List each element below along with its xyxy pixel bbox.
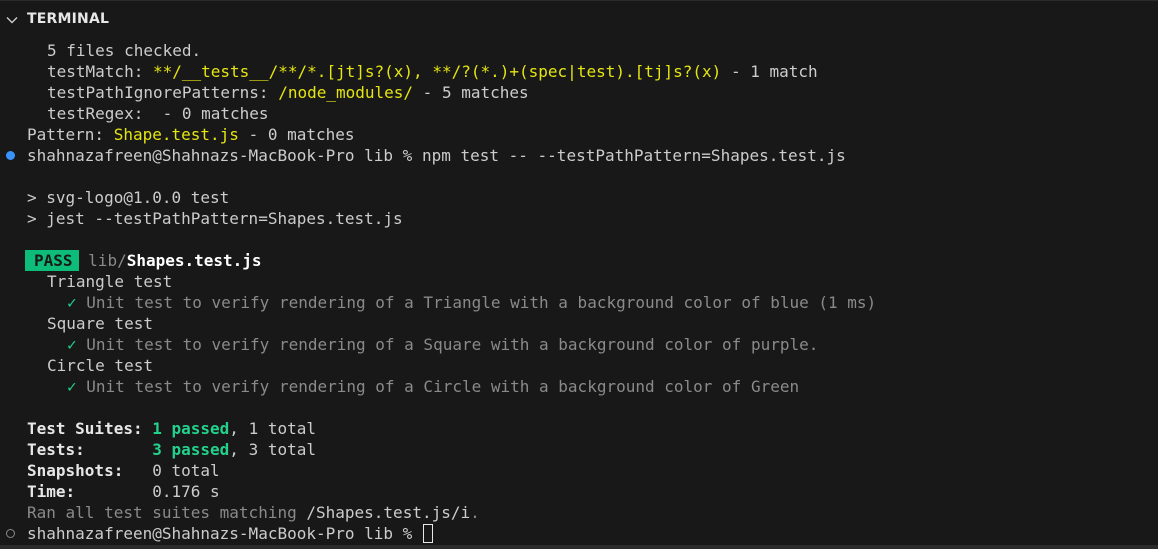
test-square: Unit test to verify rendering of a Squar… — [86, 335, 819, 354]
suite-square: Square test — [47, 314, 153, 333]
test-triangle: Unit test to verify rendering of a Trian… — [86, 293, 877, 312]
ran-all-prefix: Ran all test suites matching — [27, 503, 307, 522]
summary-tests-total: , 3 total — [229, 440, 316, 459]
terminal-line: Test Suites: 1 passed, 1 total — [0, 418, 1158, 439]
ran-all-suffix: . — [470, 503, 480, 522]
files-checked-text: 5 files checked. — [47, 41, 202, 60]
summary-time-value: 0.176 s — [152, 482, 220, 501]
terminal-line: 5 files checked. — [0, 40, 1158, 61]
test-match-label: testMatch: — [47, 62, 153, 81]
test-regex-text: testRegex: - 0 matches — [47, 104, 269, 123]
terminal-line: Pattern: Shape.test.js - 0 matches — [0, 124, 1158, 145]
summary-suites-passed: 1 passed — [152, 419, 230, 438]
terminal-line: > svg-logo@1.0.0 test — [0, 187, 1158, 208]
test-match-suffix: - 1 match — [721, 62, 818, 81]
summary-suites-total: , 1 total — [229, 419, 316, 438]
suite-triangle: Triangle test — [47, 272, 173, 291]
summary-snapshots-value: 0 total — [152, 461, 220, 480]
panel-bottom-border — [0, 545, 1158, 549]
summary-tests-label: Tests: — [27, 440, 153, 459]
suite-circle: Circle test — [47, 356, 153, 375]
terminal-line: Ran all test suites matching /Shapes.tes… — [0, 502, 1158, 523]
ignore-suffix: - 5 matches — [413, 83, 529, 102]
summary-snapshots-label: Snapshots: — [27, 461, 153, 480]
terminal-output[interactable]: 5 files checked. testMatch: **/__tests__… — [0, 40, 1158, 549]
terminal-line: Triangle test — [0, 271, 1158, 292]
ran-all-pattern: /Shapes.test.js/i — [306, 503, 471, 522]
pattern-value: Shape.test.js — [113, 125, 239, 144]
command-status-dot-icon[interactable] — [6, 529, 15, 538]
terminal-line: shahnazafreen@Shahnazs-MacBook-Pro lib % — [0, 523, 1158, 544]
npm-run-text: > svg-logo@1.0.0 test — [27, 188, 230, 207]
terminal-line: Time: 0.176 s — [0, 481, 1158, 502]
pass-dir: lib/ — [88, 251, 127, 270]
chevron-down-icon[interactable] — [5, 12, 19, 26]
terminal-line: Circle test — [0, 355, 1158, 376]
pass-file: Shapes.test.js — [126, 251, 262, 270]
pass-badge: PASS — [25, 250, 79, 271]
terminal-line: > jest --testPathPattern=Shapes.test.js — [0, 208, 1158, 229]
prompt-command: shahnazafreen@Shahnazs-MacBook-Pro lib %… — [27, 146, 846, 165]
ignore-value: /node_modules/ — [278, 83, 414, 102]
ignore-label: testPathIgnorePatterns: — [47, 83, 279, 102]
summary-time-label: Time: — [27, 482, 153, 501]
terminal-line: ✓ Unit test to verify rendering of a Cir… — [0, 376, 1158, 397]
terminal-cursor[interactable] — [422, 524, 433, 543]
check-icon: ✓ — [67, 293, 77, 312]
prompt-current: shahnazafreen@Shahnazs-MacBook-Pro lib % — [27, 524, 422, 543]
command-status-dot-icon[interactable] — [6, 151, 15, 160]
terminal-panel-header: TERMINAL — [0, 0, 1158, 36]
summary-suites-label: Test Suites: — [27, 419, 153, 438]
test-circle: Unit test to verify rendering of a Circl… — [86, 377, 800, 396]
check-icon: ✓ — [67, 377, 77, 396]
terminal-line: Tests: 3 passed, 3 total — [0, 439, 1158, 460]
summary-tests-passed: 3 passed — [152, 440, 230, 459]
pattern-label: Pattern: — [27, 125, 114, 144]
pattern-suffix: - 0 matches — [238, 125, 355, 144]
terminal-line: ✓ Unit test to verify rendering of a Squ… — [0, 334, 1158, 355]
terminal-line: testMatch: **/__tests__/**/*.[jt]s?(x), … — [0, 61, 1158, 82]
jest-command-text: > jest --testPathPattern=Shapes.test.js — [27, 209, 403, 228]
check-icon: ✓ — [67, 335, 77, 354]
terminal-line: Snapshots: 0 total — [0, 460, 1158, 481]
panel-title[interactable]: TERMINAL — [27, 11, 109, 27]
terminal-line: ✓ Unit test to verify rendering of a Tri… — [0, 292, 1158, 313]
terminal-line: Square test — [0, 313, 1158, 334]
terminal-line: testPathIgnorePatterns: /node_modules/ -… — [0, 82, 1158, 103]
test-match-value: **/__tests__/**/*.[jt]s?(x), **/?(*.)+(s… — [152, 62, 722, 81]
terminal-line: testRegex: - 0 matches — [0, 103, 1158, 124]
terminal-line: shahnazafreen@Shahnazs-MacBook-Pro lib %… — [0, 145, 1158, 166]
terminal-line: PASS lib/Shapes.test.js — [0, 250, 1158, 271]
